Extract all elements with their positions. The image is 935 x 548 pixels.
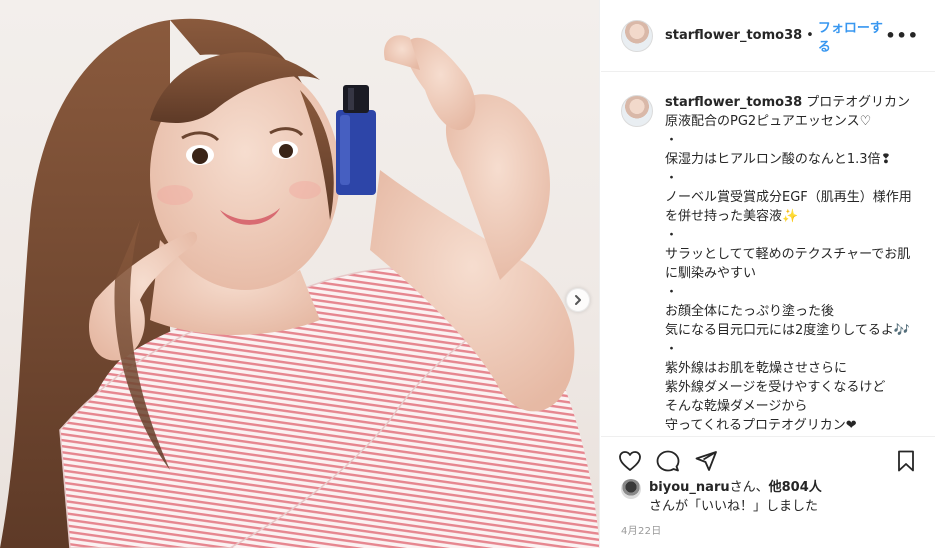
username-link[interactable]: starflower_tomo38	[665, 28, 802, 43]
chevron-right-icon	[572, 291, 584, 310]
likes-others-link[interactable]: 他804人	[769, 480, 822, 495]
likes-text: biyou_naruさん、他804人 さんが「いいね！」しました	[649, 478, 822, 516]
comment-icon[interactable]	[655, 448, 681, 474]
liker-avatar[interactable]	[621, 479, 641, 499]
likes-line2: さんが「いいね！」しました	[649, 499, 819, 514]
caption-text: プロテオグリカン原液配合のPG2ピュアエッセンス♡ ・ 保湿力はヒアルロン酸のな…	[665, 95, 912, 433]
caption-username[interactable]: starflower_tomo38	[665, 95, 802, 110]
separator-dot: •	[806, 28, 814, 43]
action-bar	[601, 436, 935, 476]
follow-button[interactable]: フォローする	[818, 17, 885, 55]
likes-summary: biyou_naruさん、他804人 さんが「いいね！」しました	[621, 478, 921, 516]
more-options-icon[interactable]: •••	[885, 26, 919, 45]
caption-area[interactable]: starflower_tomo38 プロテオグリカン原液配合のPG2ピュアエッセ…	[601, 73, 935, 435]
photo-illustration	[0, 18, 599, 548]
heart-icon[interactable]	[617, 448, 643, 474]
caption-avatar[interactable]	[621, 95, 653, 127]
post-photo[interactable]	[0, 0, 600, 548]
likes-suffix: さん、	[729, 480, 769, 495]
post-header: starflower_tomo38 • フォローする •••	[601, 0, 935, 72]
next-photo-button[interactable]	[566, 288, 590, 312]
post-date[interactable]: 4月22日	[621, 522, 662, 537]
post-sidebar: starflower_tomo38 • フォローする ••• starflowe…	[601, 0, 935, 548]
caption-row: starflower_tomo38 プロテオグリカン原液配合のPG2ピュアエッセ…	[621, 93, 919, 435]
share-icon[interactable]	[693, 448, 719, 474]
bookmark-icon[interactable]	[893, 448, 919, 474]
liker-username[interactable]: biyou_naru	[649, 480, 730, 495]
caption: starflower_tomo38 プロテオグリカン原液配合のPG2ピュアエッセ…	[665, 93, 915, 435]
avatar[interactable]	[621, 19, 653, 52]
